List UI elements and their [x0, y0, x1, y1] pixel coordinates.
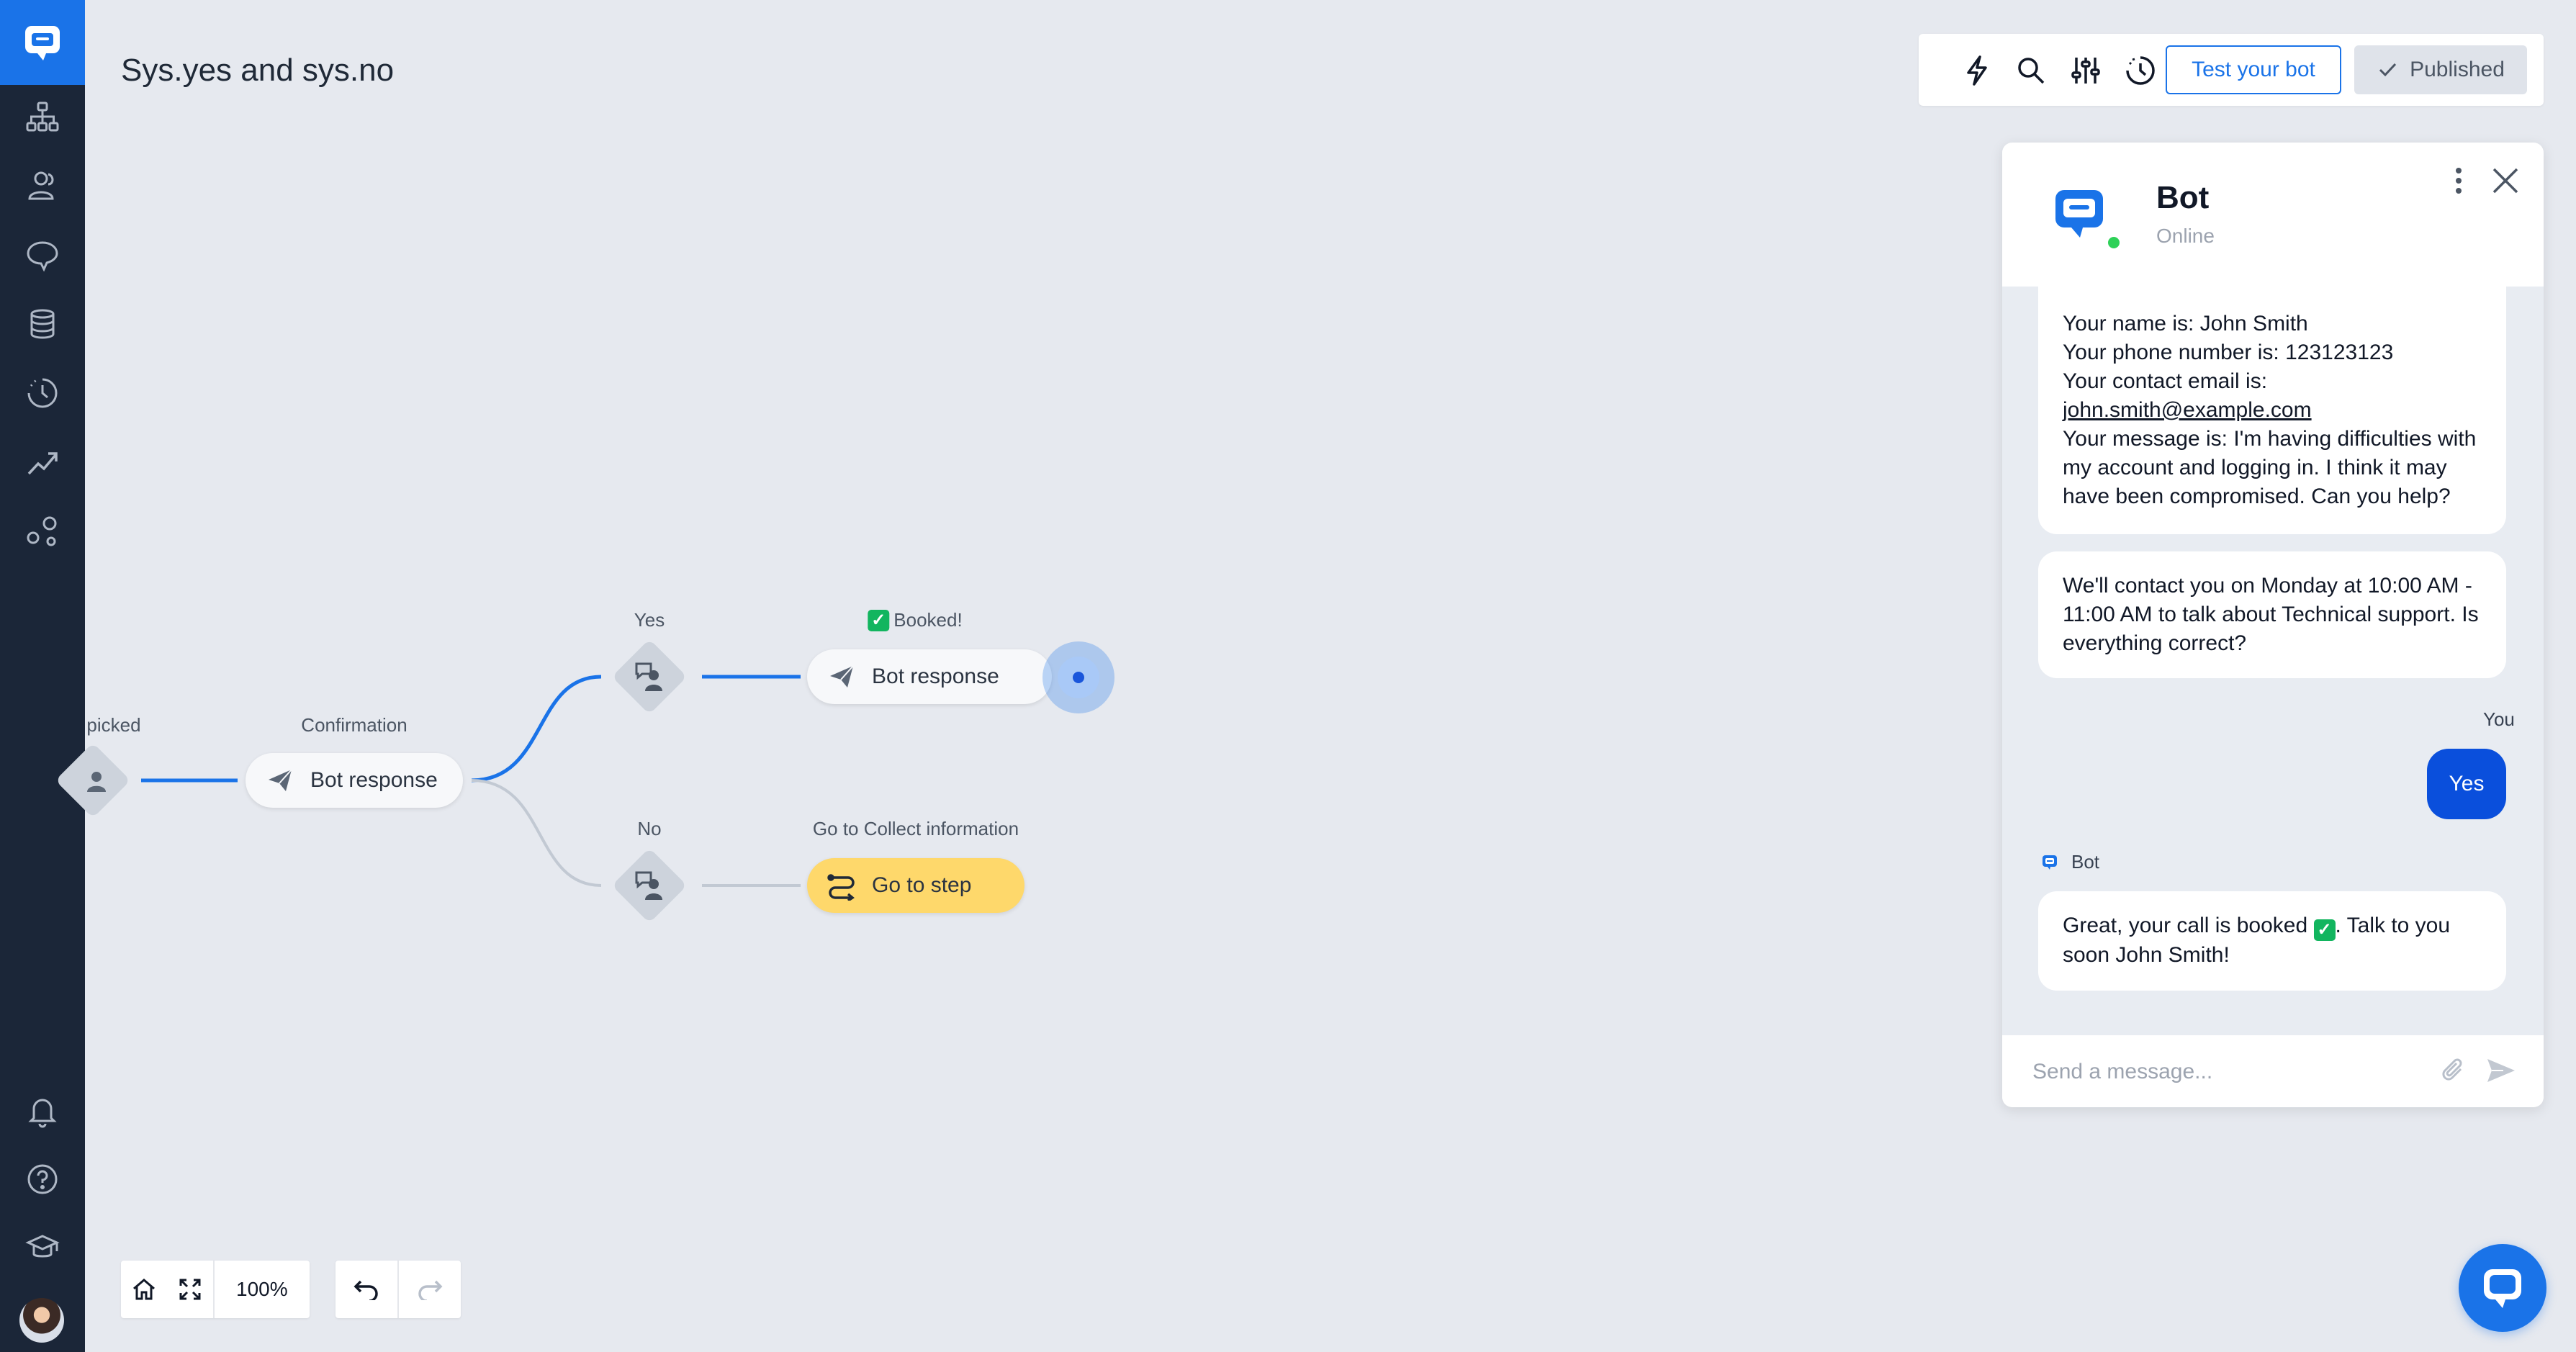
bot-sender-meta: Bot	[2041, 851, 2099, 873]
user-message: Yes	[2427, 749, 2506, 819]
sender-label-you: You	[2483, 708, 2515, 730]
node-label-picked: picked	[86, 714, 141, 736]
bot-message-booked: Great, your call is booked ✓. Talk to yo…	[2038, 891, 2506, 991]
bot-logo-icon	[2050, 184, 2109, 243]
message-line: my account and logging in. I think it ma…	[2063, 456, 2447, 479]
go-to-step-icon	[824, 868, 859, 903]
message-text: Great, your call is booked	[2063, 914, 2308, 937]
node-label-yes: Yes	[634, 609, 665, 631]
close-icon[interactable]	[2487, 163, 2523, 199]
bot-response-node-confirmation[interactable]: Bot response	[246, 753, 463, 808]
redo-icon[interactable]	[397, 1261, 461, 1318]
online-status-dot	[2106, 235, 2122, 251]
go-to-step-node[interactable]: Go to step	[807, 858, 1024, 913]
message-line: Your contact email is:	[2063, 369, 2268, 393]
message-line: Your phone number is: 123123123	[2063, 341, 2394, 364]
chat-header: Bot Online	[2002, 143, 2544, 287]
sender-label-bot: Bot	[2071, 851, 2100, 873]
message-line: Your name is: John Smith	[2063, 312, 2308, 335]
message-line: have been compromised. Can you help?	[2063, 485, 2451, 508]
email-link[interactable]: john.smith@example.com	[2063, 396, 2482, 425]
fullscreen-icon[interactable]	[167, 1261, 213, 1318]
message-line: We'll contact you on Monday at 10:00 AM …	[2063, 574, 2472, 598]
history-controls	[335, 1261, 461, 1318]
chat-bot-name: Bot	[2156, 180, 2210, 215]
connection-handle[interactable]	[1042, 641, 1114, 713]
node-label-confirmation: Confirmation	[301, 714, 407, 736]
node-text: Bot response	[310, 768, 438, 792]
chat-panel: Bot Online Your name is: John Smith Your…	[2002, 143, 2544, 1107]
zoom-level[interactable]: 100%	[213, 1261, 310, 1318]
more-options-icon[interactable]	[2444, 163, 2473, 199]
check-emoji-icon: ✓	[2313, 919, 2336, 941]
bot-response-node-booked[interactable]: Bot response	[807, 649, 1052, 704]
message-line: soon John Smith!	[2063, 943, 2230, 967]
node-text: Go to step	[872, 873, 972, 897]
message-text: . Talk to you	[2335, 914, 2451, 937]
chat-status: Online	[2156, 225, 2215, 247]
node-label-no: No	[637, 818, 662, 839]
message-line: 11:00 AM to talk about Technical support…	[2063, 603, 2479, 626]
node-label-goto: Go to Collect information	[812, 818, 1019, 839]
undo-icon[interactable]	[335, 1261, 397, 1318]
chat-input-bar	[2002, 1035, 2544, 1107]
send-icon[interactable]	[2483, 1053, 2519, 1089]
node-label-booked: ✓ Booked!	[868, 609, 963, 631]
message-input[interactable]	[2031, 1054, 2423, 1090]
message-line: Your message is: I'm having difficulties…	[2063, 427, 2477, 451]
home-icon[interactable]	[121, 1261, 167, 1318]
message-line: everything correct?	[2063, 631, 2247, 655]
paperclip-icon[interactable]	[2436, 1053, 2472, 1089]
bot-mini-icon	[2043, 855, 2057, 870]
node-text: Bot response	[872, 664, 999, 688]
canvas-controls: 100%	[121, 1261, 310, 1318]
check-emoji-icon: ✓	[868, 609, 890, 631]
paper-plane-icon	[824, 659, 859, 694]
paper-plane-icon	[263, 763, 297, 798]
bot-message-confirmation: We'll contact you on Monday at 10:00 AM …	[2038, 551, 2506, 678]
chat-widget-icon[interactable]	[2459, 1244, 2546, 1332]
bot-message-summary: Your name is: John Smith Your phone numb…	[2038, 287, 2506, 534]
